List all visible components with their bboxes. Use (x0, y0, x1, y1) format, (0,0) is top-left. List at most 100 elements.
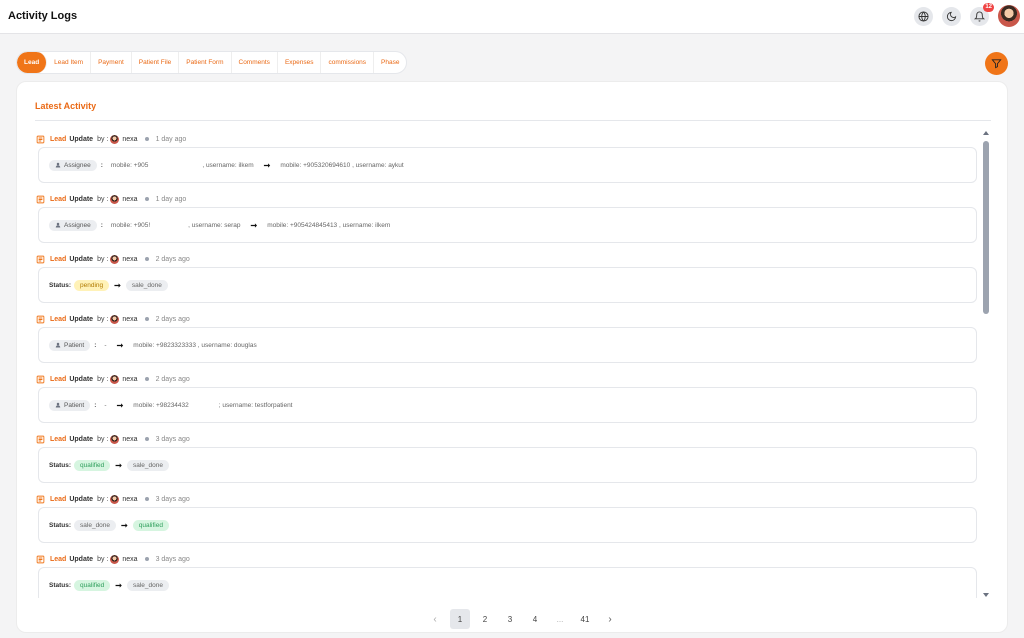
scroll-down-arrow-icon[interactable] (983, 593, 989, 597)
activity-entry: Lead Update by : nexa 2 days ago Patient… (35, 305, 980, 365)
previous-page-button[interactable]: ‹ (425, 609, 445, 629)
by-label: by : (97, 315, 109, 323)
entry-type: Lead (50, 495, 67, 503)
next-page-button[interactable]: › (600, 609, 620, 629)
field-chip: Patient (49, 399, 91, 411)
new-value: mobile: +905424845413 , username: ilkem (267, 221, 391, 229)
filter-icon (991, 59, 1002, 69)
activity-entry: Lead Update by : nexa 3 days ago Status:… (35, 485, 980, 545)
page-button[interactable]: 2 (475, 609, 495, 629)
by-label: by : (97, 435, 109, 443)
new-value: mobile: +98234432 (133, 401, 189, 409)
scroll-up-arrow-icon[interactable] (983, 131, 989, 135)
status-label: Status: (49, 581, 72, 589)
page-button[interactable]: 4 (525, 609, 545, 629)
activity-tabs: Lead Lead Item Payment Patient File Pati… (16, 51, 408, 74)
document-icon (36, 435, 45, 443)
arrow-icon: ➞ (115, 460, 122, 470)
actor-avatar (110, 254, 120, 264)
scroll-thumb[interactable] (983, 141, 989, 314)
page-button[interactable]: 1 (450, 609, 470, 629)
separator-dot (144, 377, 149, 381)
entry-time: 2 days ago (155, 315, 190, 323)
separator-dot (144, 197, 149, 201)
chevron-right-icon: › (608, 613, 612, 625)
old-value-extra: , username: serap (188, 221, 241, 229)
field-name: Assignee (64, 221, 91, 229)
actor-name: nexa (122, 315, 138, 323)
entry-time: 3 days ago (155, 435, 190, 443)
bell-icon (974, 11, 985, 22)
status-label: Status: (49, 461, 72, 469)
tab-commissions[interactable]: commissions (321, 52, 375, 73)
notification-count-badge: 12 (983, 2, 994, 12)
entry-time: 2 days ago (155, 375, 190, 383)
activity-entry: Lead Update by : nexa 1 day ago Assignee… (35, 125, 980, 185)
entry-type: Lead (50, 195, 67, 203)
tab-patient-file[interactable]: Patient File (132, 52, 180, 73)
activity-feed[interactable]: Lead Update by : nexa 1 day ago Assignee… (35, 125, 980, 598)
arrow-icon: ➞ (116, 340, 124, 350)
tab-expenses[interactable]: Expenses (278, 52, 322, 73)
entry-header: Lead Update by : nexa 3 days ago (36, 434, 190, 444)
arrow-icon: ➞ (116, 400, 124, 410)
feed-scrollbar[interactable] (981, 129, 991, 599)
field-name: Patient (64, 341, 85, 349)
theme-toggle-button[interactable] (942, 6, 961, 26)
document-icon (36, 555, 45, 563)
person-icon (55, 342, 61, 348)
old-value: mobile: +905 (110, 161, 149, 169)
latest-activity-card: Latest Activity Lead Update by : nexa 1 … (16, 81, 1008, 633)
entry-details: Patient : - ➞ mobile: +98234432 ; userna… (38, 387, 977, 423)
tab-phase[interactable]: Phase (374, 52, 406, 73)
entry-action: Update (69, 195, 94, 203)
actor-name: nexa (122, 495, 138, 503)
new-status-badge: sale_done (126, 459, 169, 471)
tab-patient-form[interactable]: Patient Form (179, 52, 232, 73)
old-status-badge: qualified (74, 459, 111, 471)
field-chip: Assignee (49, 219, 97, 231)
tab-lead-item[interactable]: Lead Item (47, 52, 92, 73)
tab-comments[interactable]: Comments (232, 52, 278, 73)
entry-header: Lead Update by : nexa 1 day ago (36, 134, 186, 144)
activity-entry: Lead Update by : nexa 1 day ago Assignee… (35, 185, 980, 245)
new-status-badge: sale_done (126, 579, 169, 591)
actor-avatar (110, 134, 120, 144)
person-icon (55, 222, 61, 228)
old-value: - (104, 401, 107, 409)
page-title: Activity Logs (8, 10, 78, 22)
entry-type: Lead (50, 435, 67, 443)
page-button-last[interactable]: 41 (575, 609, 595, 629)
by-label: by : (97, 495, 109, 503)
new-status-badge: sale_done (125, 279, 168, 291)
page-button[interactable]: 3 (500, 609, 520, 629)
status-label: Status: (49, 521, 72, 529)
separator-dot (144, 317, 149, 321)
actor-avatar (110, 314, 120, 324)
actor-name: nexa (122, 255, 138, 263)
actor-name: nexa (122, 435, 138, 443)
actor-avatar (110, 434, 120, 444)
colon: : (100, 221, 103, 229)
entry-action: Update (69, 315, 94, 323)
entry-action: Update (69, 495, 94, 503)
arrow-icon: ➞ (115, 580, 122, 590)
language-button[interactable] (914, 6, 933, 26)
old-value-extra: , username: ilkem (202, 161, 254, 169)
entry-details: Status: qualified ➞ sale_done (38, 567, 977, 598)
entry-details: Status: sale_done ➞ qualified (38, 507, 977, 543)
tab-payment[interactable]: Payment (91, 52, 132, 73)
actor-avatar (110, 374, 120, 384)
entry-details: Status: pending ➞ sale_done (38, 267, 977, 303)
notifications-button[interactable]: 12 (970, 2, 994, 26)
tab-lead[interactable]: Lead (17, 52, 48, 73)
old-value: - (104, 341, 107, 349)
user-avatar[interactable] (998, 5, 1020, 27)
pagination: ‹ 1 2 3 4 ... 41 › (425, 609, 620, 629)
activity-entry: Lead Update by : nexa 3 days ago Status:… (35, 425, 980, 485)
entry-action: Update (69, 555, 94, 563)
entry-action: Update (69, 135, 94, 143)
document-icon (36, 315, 45, 323)
activity-entry: Lead Update by : nexa 2 days ago Status:… (35, 245, 980, 305)
filter-button[interactable] (985, 52, 1008, 75)
